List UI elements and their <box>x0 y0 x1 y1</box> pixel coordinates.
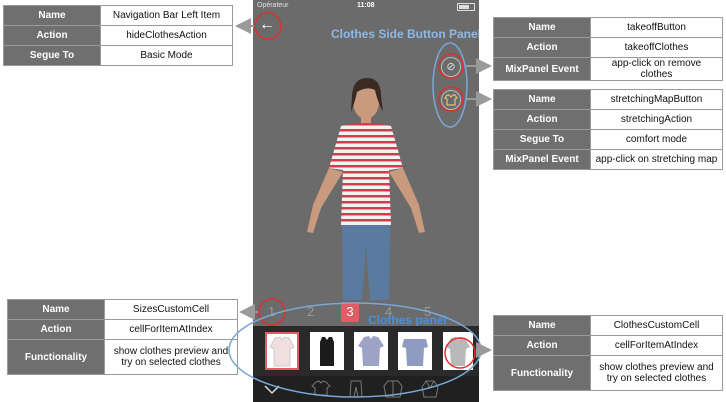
annotation-overlay <box>228 12 492 398</box>
stretch-button-highlight <box>438 86 464 112</box>
clothes-cell-highlight <box>444 337 476 369</box>
clothes-panel-highlight <box>228 302 482 398</box>
remove-button-highlight <box>438 53 464 79</box>
back-button-highlight <box>254 12 282 40</box>
side-panel-highlight <box>432 42 468 128</box>
